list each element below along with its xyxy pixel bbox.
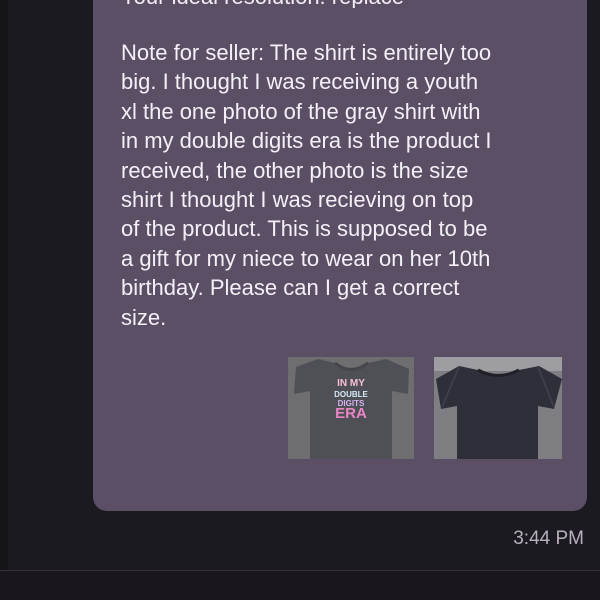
attachment-photo-gray-shirt[interactable]: IN MY DOUBLE DIGITS ERA xyxy=(288,357,414,459)
note-line: shirt I thought I was recieving on top xyxy=(121,187,474,213)
note-line: a gift for my niece to wear on her 10th xyxy=(121,245,491,271)
note-line: in my double digits era is the product I xyxy=(121,128,492,154)
note-line: Note for seller: The shirt is entirely t… xyxy=(121,40,492,65)
resolution-line: Your ideal resolution: replace xyxy=(121,0,561,8)
note-line: size. xyxy=(121,304,167,330)
attachment-photo-black-shirt[interactable] xyxy=(434,357,562,459)
note-line: of the product. This is supposed to be xyxy=(121,216,488,242)
svg-text:IN MY: IN MY xyxy=(337,378,365,389)
note-line: received, the other photo is the size xyxy=(121,157,469,183)
seller-note-text: Note for seller: The shirt is entirely t… xyxy=(121,38,571,332)
gray-shirt-photo-icon: IN MY DOUBLE DIGITS ERA xyxy=(288,357,414,459)
shirt-print-graphic: IN MY DOUBLE DIGITS ERA xyxy=(334,378,368,422)
black-shirt-photo-icon xyxy=(434,357,562,459)
photo-attachments: IN MY DOUBLE DIGITS ERA xyxy=(288,357,562,459)
note-line: birthday. Please can I get a correct xyxy=(121,275,460,301)
left-sidebar-edge xyxy=(0,0,8,570)
svg-text:DOUBLE: DOUBLE xyxy=(334,390,368,399)
message-timestamp: 3:44 PM xyxy=(513,528,584,549)
bottom-composer-area xyxy=(0,571,600,600)
shirt-print-era-text: ERA xyxy=(335,405,367,422)
conversation-screen: Your ideal resolution: replace Note for … xyxy=(0,0,600,600)
note-line: big. I thought I was receiving a youth xyxy=(121,69,479,95)
note-line: xl the one photo of the gray shirt with xyxy=(121,98,481,124)
